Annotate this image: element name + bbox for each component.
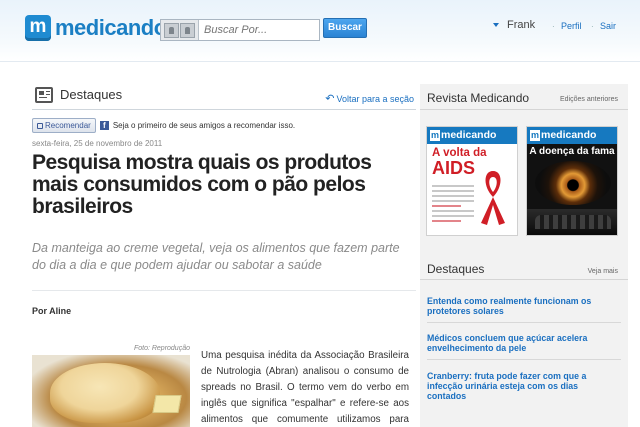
search-input[interactable]	[199, 20, 319, 40]
section-bar: Destaques ↶ Voltar para a seção	[32, 84, 416, 110]
search-box	[160, 19, 320, 41]
article-date: sexta-feira, 25 de novembro de 2011	[32, 139, 163, 148]
separator-dot: ·	[552, 22, 555, 31]
back-link-label: Voltar para a seção	[336, 93, 414, 104]
divider	[427, 359, 621, 360]
curved-arrow-icon: ↶	[325, 93, 335, 105]
search-filter-group	[161, 20, 199, 40]
previous-editions-link[interactable]: Edições anteriores	[560, 96, 618, 103]
back-to-section-link[interactable]: ↶ Voltar para a seção	[325, 92, 414, 105]
cover-headline: A doença da fama	[529, 146, 615, 157]
butter-image	[152, 395, 182, 413]
eye-image	[535, 161, 611, 205]
chevron-down-icon	[493, 23, 499, 27]
news-link[interactable]: Médicos concluem que açúcar acelera enve…	[427, 333, 617, 353]
social-recommend-row: Recomendar f Seja o primeiro de seus ami…	[32, 118, 295, 133]
site-logo[interactable]: m medicando	[25, 15, 167, 41]
news-icon	[35, 87, 53, 103]
magazine-cover-aids[interactable]: m medicando A volta da AIDS	[426, 126, 518, 236]
article-title: Pesquisa mostra quais os produtos mais c…	[32, 151, 372, 218]
magazine-title: Revista Medicando	[427, 91, 530, 105]
site-header: m medicando Buscar Frank · Perfil · Sair	[0, 0, 640, 62]
sidebar: Revista Medicando Edições anteriores m m…	[420, 84, 628, 427]
search-button[interactable]: Buscar	[323, 18, 367, 38]
news-link[interactable]: Entenda como realmente funcionam os prot…	[427, 296, 617, 316]
sidebar-highlights-title: Destaques	[427, 262, 485, 276]
recommend-text: Seja o primeiro de seus amigos a recomen…	[112, 121, 296, 130]
recommend-button[interactable]: Recomendar	[32, 118, 96, 133]
cover-brand-text: medicando	[441, 129, 497, 141]
logout-link[interactable]: Sair	[600, 21, 616, 31]
magazine-header: Revista Medicando Edições anteriores	[420, 84, 628, 110]
magazine-cover-fame[interactable]: m medicando A doença da fama	[526, 126, 618, 236]
see-more-link[interactable]: Veja mais	[588, 268, 618, 275]
logo-text: medicando	[55, 15, 167, 40]
separator-dot: ·	[591, 22, 594, 31]
bread-image	[50, 363, 160, 423]
photo-credit: Foto: Reprodução	[133, 345, 190, 352]
logo-mark-icon: m	[430, 130, 440, 141]
divider	[32, 290, 416, 291]
news-link[interactable]: Cranberry: fruta pode fazer com que a in…	[427, 371, 617, 401]
crowd-image	[527, 209, 617, 235]
logo-mark-icon: m	[25, 15, 51, 41]
person-filter-icon[interactable]	[163, 22, 179, 38]
cover-brand: m medicando	[427, 127, 517, 144]
logo-mark-icon: m	[530, 130, 540, 141]
article-body: Uma pesquisa inédita da Associação Brasi…	[201, 350, 409, 425]
sidebar-highlights-header: Destaques Veja mais	[420, 254, 628, 280]
cover-text-lines	[432, 185, 474, 225]
user-menu[interactable]: Frank	[493, 19, 535, 31]
facebook-icon: f	[99, 121, 109, 130]
red-ribbon-icon	[481, 171, 505, 225]
divider	[427, 322, 621, 323]
cover-brand: m medicando	[527, 127, 617, 144]
section-title: Destaques	[60, 87, 123, 102]
building-filter-icon[interactable]	[180, 22, 196, 38]
article-author: Por Aline	[32, 306, 72, 316]
recommend-label: Recomendar	[45, 121, 91, 130]
thumbs-up-icon	[37, 122, 43, 129]
user-name: Frank	[507, 19, 536, 31]
article-lead: Da manteiga ao creme vegetal, veja os al…	[32, 241, 400, 272]
profile-link[interactable]: Perfil	[561, 21, 582, 31]
article-photo	[32, 355, 190, 427]
cover-brand-text: medicando	[541, 129, 597, 141]
